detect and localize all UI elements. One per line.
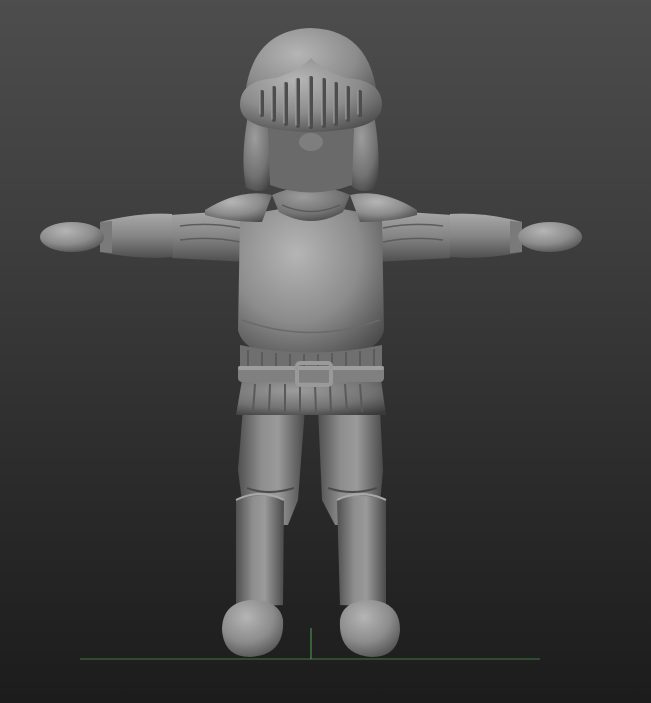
breastplate (238, 207, 384, 370)
3d-viewport[interactable] (0, 0, 651, 703)
belt (238, 361, 384, 387)
sculpt-scene (40, 28, 582, 660)
